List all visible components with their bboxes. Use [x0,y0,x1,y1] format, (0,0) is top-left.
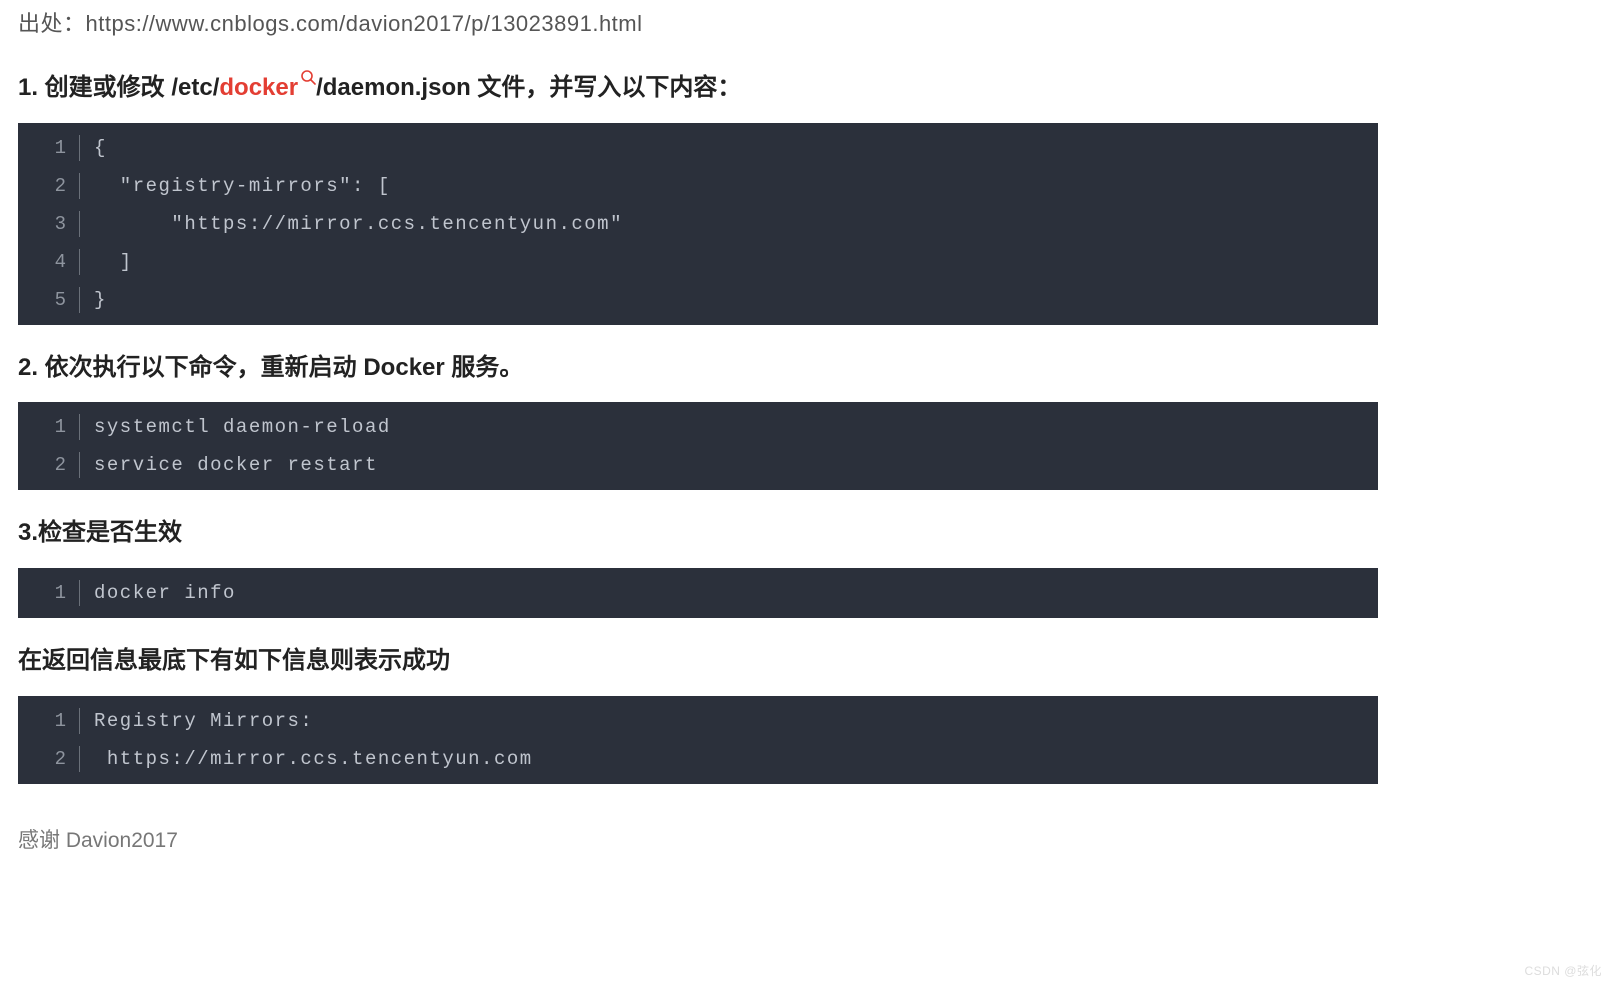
heading-step-1-part-b: /daemon.json 文件，并写入以下内容： [316,74,741,101]
code-block-restart-commands[interactable]: 1systemctl daemon-reload 2service docker… [18,402,1378,490]
source-line: 出处：https://www.cnblogs.com/davion2017/p/… [18,6,1378,41]
heading-step-2: 2. 依次执行以下命令，重新启动 Docker 服务。 [18,351,1378,385]
thanks-note: 感谢 Davion2017 [18,824,1378,858]
source-label: 出处： [18,11,86,36]
line-number: 1 [18,408,80,446]
code-line: } [80,281,1378,319]
code-line: systemctl daemon-reload [80,408,1378,446]
heading-step-1-part-a: 1. 创建或修改 /etc/ [18,74,219,101]
line-number: 2 [18,740,80,778]
line-number: 1 [18,574,80,612]
code-line: ] [80,243,1378,281]
line-number: 3 [18,205,80,243]
heading-docker-keyword[interactable]: docker [219,74,298,101]
code-block-docker-info[interactable]: 1docker info [18,568,1378,618]
csdn-watermark: CSDN @弦化 [1524,962,1602,981]
heading-success-info: 在返回信息最底下有如下信息则表示成功 [18,644,1378,678]
code-line: "registry-mirrors": [ [80,167,1378,205]
line-number: 4 [18,243,80,281]
line-number: 2 [18,167,80,205]
code-line: Registry Mirrors: [80,702,1378,740]
code-line: service docker restart [80,446,1378,484]
code-line: { [80,129,1378,167]
heading-step-1: 1. 创建或修改 /etc/docker/daemon.json 文件，并写入以… [18,71,1378,105]
code-line: docker info [80,574,1378,612]
code-block-daemon-json[interactable]: 1{ 2 "registry-mirrors": [ 3 "https://mi… [18,123,1378,325]
code-line: https://mirror.ccs.tencentyun.com [80,740,1378,778]
line-number: 5 [18,281,80,319]
line-number: 2 [18,446,80,484]
line-number: 1 [18,702,80,740]
source-url: https://www.cnblogs.com/davion2017/p/130… [86,11,643,36]
code-line: "https://mirror.ccs.tencentyun.com" [80,205,1378,243]
magnifier-icon[interactable] [300,69,316,85]
line-number: 1 [18,129,80,167]
code-block-registry-mirrors[interactable]: 1Registry Mirrors: 2 https://mirror.ccs.… [18,696,1378,784]
heading-step-3: 3.检查是否生效 [18,516,1378,550]
